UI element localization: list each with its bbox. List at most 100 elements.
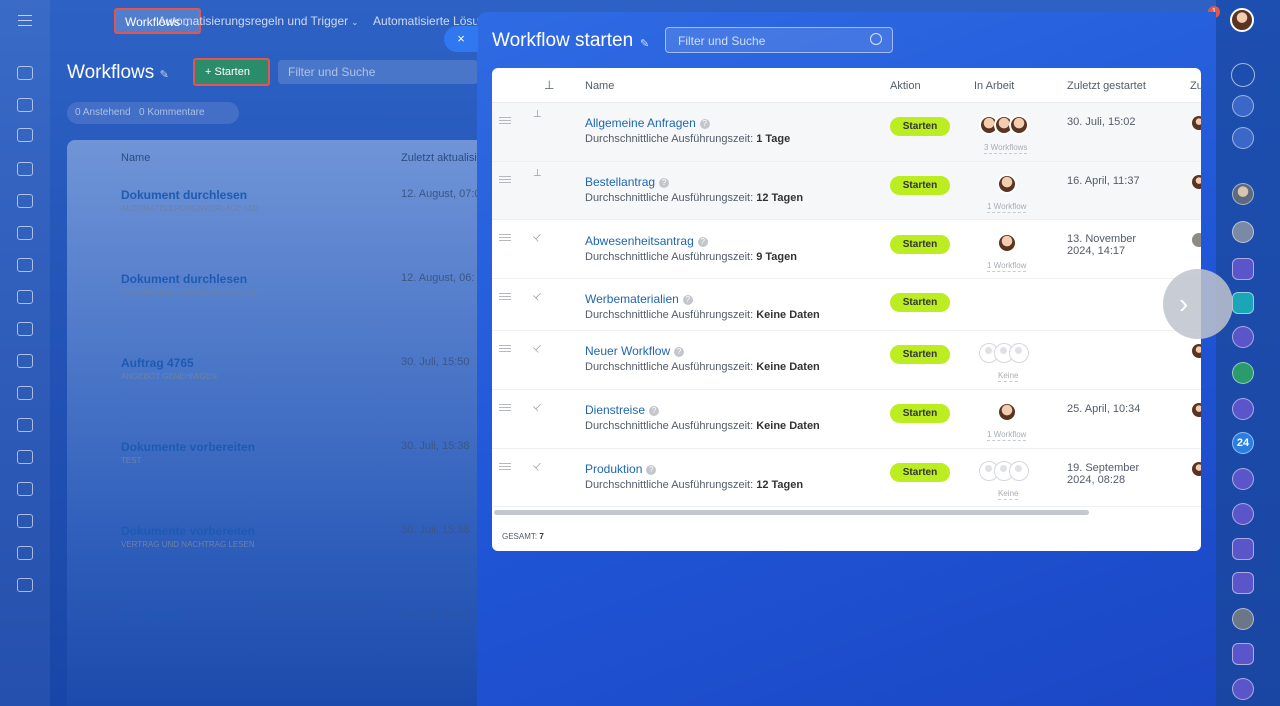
avatar[interactable] xyxy=(1230,8,1254,32)
lock-icon[interactable] xyxy=(1232,362,1254,384)
analytics-icon[interactable] xyxy=(17,354,33,368)
drag-handle-icon[interactable] xyxy=(499,234,511,241)
column-header-updated[interactable]: Zuletzt aktualisi xyxy=(401,152,477,164)
openlines-icon[interactable] xyxy=(1232,468,1254,490)
row-name[interactable]: Dokument durchlesen xyxy=(121,188,247,202)
help-icon[interactable]: ? xyxy=(699,119,710,129)
menu-icon[interactable] xyxy=(18,15,32,26)
calendar-icon[interactable] xyxy=(17,290,33,304)
nav-rules[interactable]: Automatisierungsregeln und Trigger ⌄ xyxy=(158,14,358,28)
filter-icon[interactable] xyxy=(17,418,33,432)
column-header-action[interactable]: Aktion xyxy=(890,80,921,92)
start-button[interactable]: Starten xyxy=(890,293,950,312)
pin-icon[interactable]: ⊥ xyxy=(530,401,544,415)
drag-handle-icon[interactable] xyxy=(499,176,511,183)
drag-handle-icon[interactable] xyxy=(499,293,511,300)
workflow-count-link[interactable]: Keine xyxy=(998,371,1019,382)
workflow-count-link[interactable]: 1 Workflow xyxy=(987,202,1027,213)
table-row[interactable]: ⊥ Neuer Workflow? Durchschnittliche Ausf… xyxy=(492,331,1201,390)
help-icon[interactable]: ? xyxy=(659,178,670,188)
workflow-name-text[interactable]: Abwesenheitsantrag xyxy=(585,234,694,248)
row-name[interactable]: Dokumente vorbereiten xyxy=(121,524,255,538)
pin-icon[interactable]: ⊥ xyxy=(533,109,542,120)
column-header-name[interactable]: Name xyxy=(121,152,150,164)
pin-icon[interactable]: ⊥ xyxy=(530,231,544,245)
start-button[interactable]: Starten xyxy=(890,404,950,423)
column-header-clipped[interactable]: Zu xyxy=(1190,80,1201,92)
sites-icon[interactable] xyxy=(17,258,33,272)
app-icon[interactable] xyxy=(1232,643,1254,665)
pen-icon[interactable] xyxy=(17,482,33,496)
workflow-count-link[interactable]: 1 Workflow xyxy=(987,430,1027,441)
workflow-name[interactable]: Produktion? xyxy=(585,462,657,476)
pin-column-icon[interactable]: ⊥ xyxy=(544,78,554,92)
box-icon[interactable] xyxy=(17,514,33,528)
workflow-name-text[interactable]: Produktion xyxy=(585,462,642,476)
workflow-name[interactable]: Abwesenheitsantrag? xyxy=(585,234,708,248)
help-icon[interactable]: ? xyxy=(649,406,660,416)
search-icon[interactable] xyxy=(870,33,882,45)
close-icon[interactable]: × xyxy=(444,26,478,52)
table-row[interactable]: ⊥ Dienstreise? Durchschnittliche Ausführ… xyxy=(492,390,1201,449)
column-header-last-started[interactable]: Zuletzt gestartet xyxy=(1067,80,1146,92)
start-button[interactable]: Starten xyxy=(890,235,950,254)
app-icon[interactable] xyxy=(1232,258,1254,280)
pin-icon[interactable]: ✎ xyxy=(160,69,169,81)
help-icon[interactable]: ? xyxy=(646,465,657,475)
chip-comments[interactable]: Kommentare xyxy=(147,107,204,118)
workflow-count-link[interactable]: Keine xyxy=(998,489,1019,500)
pin-icon[interactable]: ✎ xyxy=(640,37,649,50)
pin-icon[interactable]: ⊥ xyxy=(530,342,544,356)
feed-icon[interactable] xyxy=(17,98,33,112)
workflow-count-link[interactable]: 1 Workflow xyxy=(987,261,1027,272)
workflow-name[interactable]: Allgemeine Anfragen? xyxy=(585,116,710,130)
row-name[interactable]: Dokument durchlesen xyxy=(121,272,247,286)
chat-icon[interactable] xyxy=(1232,95,1254,117)
pin-icon[interactable]: ⊥ xyxy=(533,168,542,179)
avatar[interactable] xyxy=(1232,183,1254,205)
filter-input-background[interactable]: Filter und Suche xyxy=(278,60,478,84)
pin-icon[interactable]: ⊥ xyxy=(530,460,544,474)
openlines-icon[interactable] xyxy=(1232,503,1254,525)
workflow-name[interactable]: Werbematerialien? xyxy=(585,292,693,306)
chevron-right-icon[interactable]: › xyxy=(1163,269,1233,339)
drag-handle-icon[interactable] xyxy=(499,404,511,411)
avatar[interactable] xyxy=(1232,608,1254,630)
workflow-name-text[interactable]: Dienstreise xyxy=(585,403,645,417)
workflow-name[interactable]: Neuer Workflow? xyxy=(585,344,685,358)
openlines-icon[interactable] xyxy=(1232,326,1254,348)
table-row[interactable]: ⊥ Produktion? Durchschnittliche Ausführu… xyxy=(492,449,1201,507)
start-button[interactable]: Starten xyxy=(890,176,950,195)
drag-handle-icon[interactable] xyxy=(499,117,511,124)
drag-handle-icon[interactable] xyxy=(499,345,511,352)
checklist-icon[interactable] xyxy=(17,322,33,336)
table-row[interactable]: ⊥ Bestellantrag? Durchschnittliche Ausfü… xyxy=(492,162,1201,220)
workflow-name-text[interactable]: Allgemeine Anfragen xyxy=(585,116,696,130)
search-input[interactable]: Filter und Suche xyxy=(665,27,893,53)
app-icon[interactable] xyxy=(1232,538,1254,560)
drag-handle-icon[interactable] xyxy=(499,463,511,470)
mail-icon[interactable] xyxy=(17,546,33,560)
car-icon[interactable] xyxy=(17,578,33,592)
tasks-icon[interactable] xyxy=(17,128,33,142)
start-button[interactable]: Starten xyxy=(890,463,950,482)
table-row[interactable]: ⊥ Allgemeine Anfragen? Durchschnittliche… xyxy=(492,103,1201,162)
bitrix24-logo-icon[interactable]: 24 xyxy=(1232,432,1254,454)
horizontal-scrollbar[interactable] xyxy=(494,510,1089,515)
row-name[interactable]: Dokumente vorbereiten xyxy=(121,440,255,454)
row-name[interactable]: Auftrag 4765 xyxy=(121,356,194,370)
start-button[interactable]: + Starten xyxy=(193,58,270,86)
workflow-name-text[interactable]: Neuer Workflow xyxy=(585,344,670,358)
help-icon[interactable]: ? xyxy=(674,347,685,357)
help-icon[interactable]: ? xyxy=(697,237,708,247)
home-icon[interactable] xyxy=(17,66,33,80)
column-header-in-work[interactable]: In Arbeit xyxy=(974,80,1014,92)
drive-icon[interactable] xyxy=(17,226,33,240)
start-button[interactable]: Starten xyxy=(890,117,950,136)
search-icon[interactable] xyxy=(1232,127,1254,149)
openlines-icon[interactable] xyxy=(1232,678,1254,700)
row-name[interactable]: Bestellung xyxy=(121,608,182,622)
check-icon[interactable] xyxy=(1232,292,1254,314)
workflow-name-text[interactable]: Bestellantrag xyxy=(585,175,655,189)
openlines-icon[interactable] xyxy=(1232,398,1254,420)
